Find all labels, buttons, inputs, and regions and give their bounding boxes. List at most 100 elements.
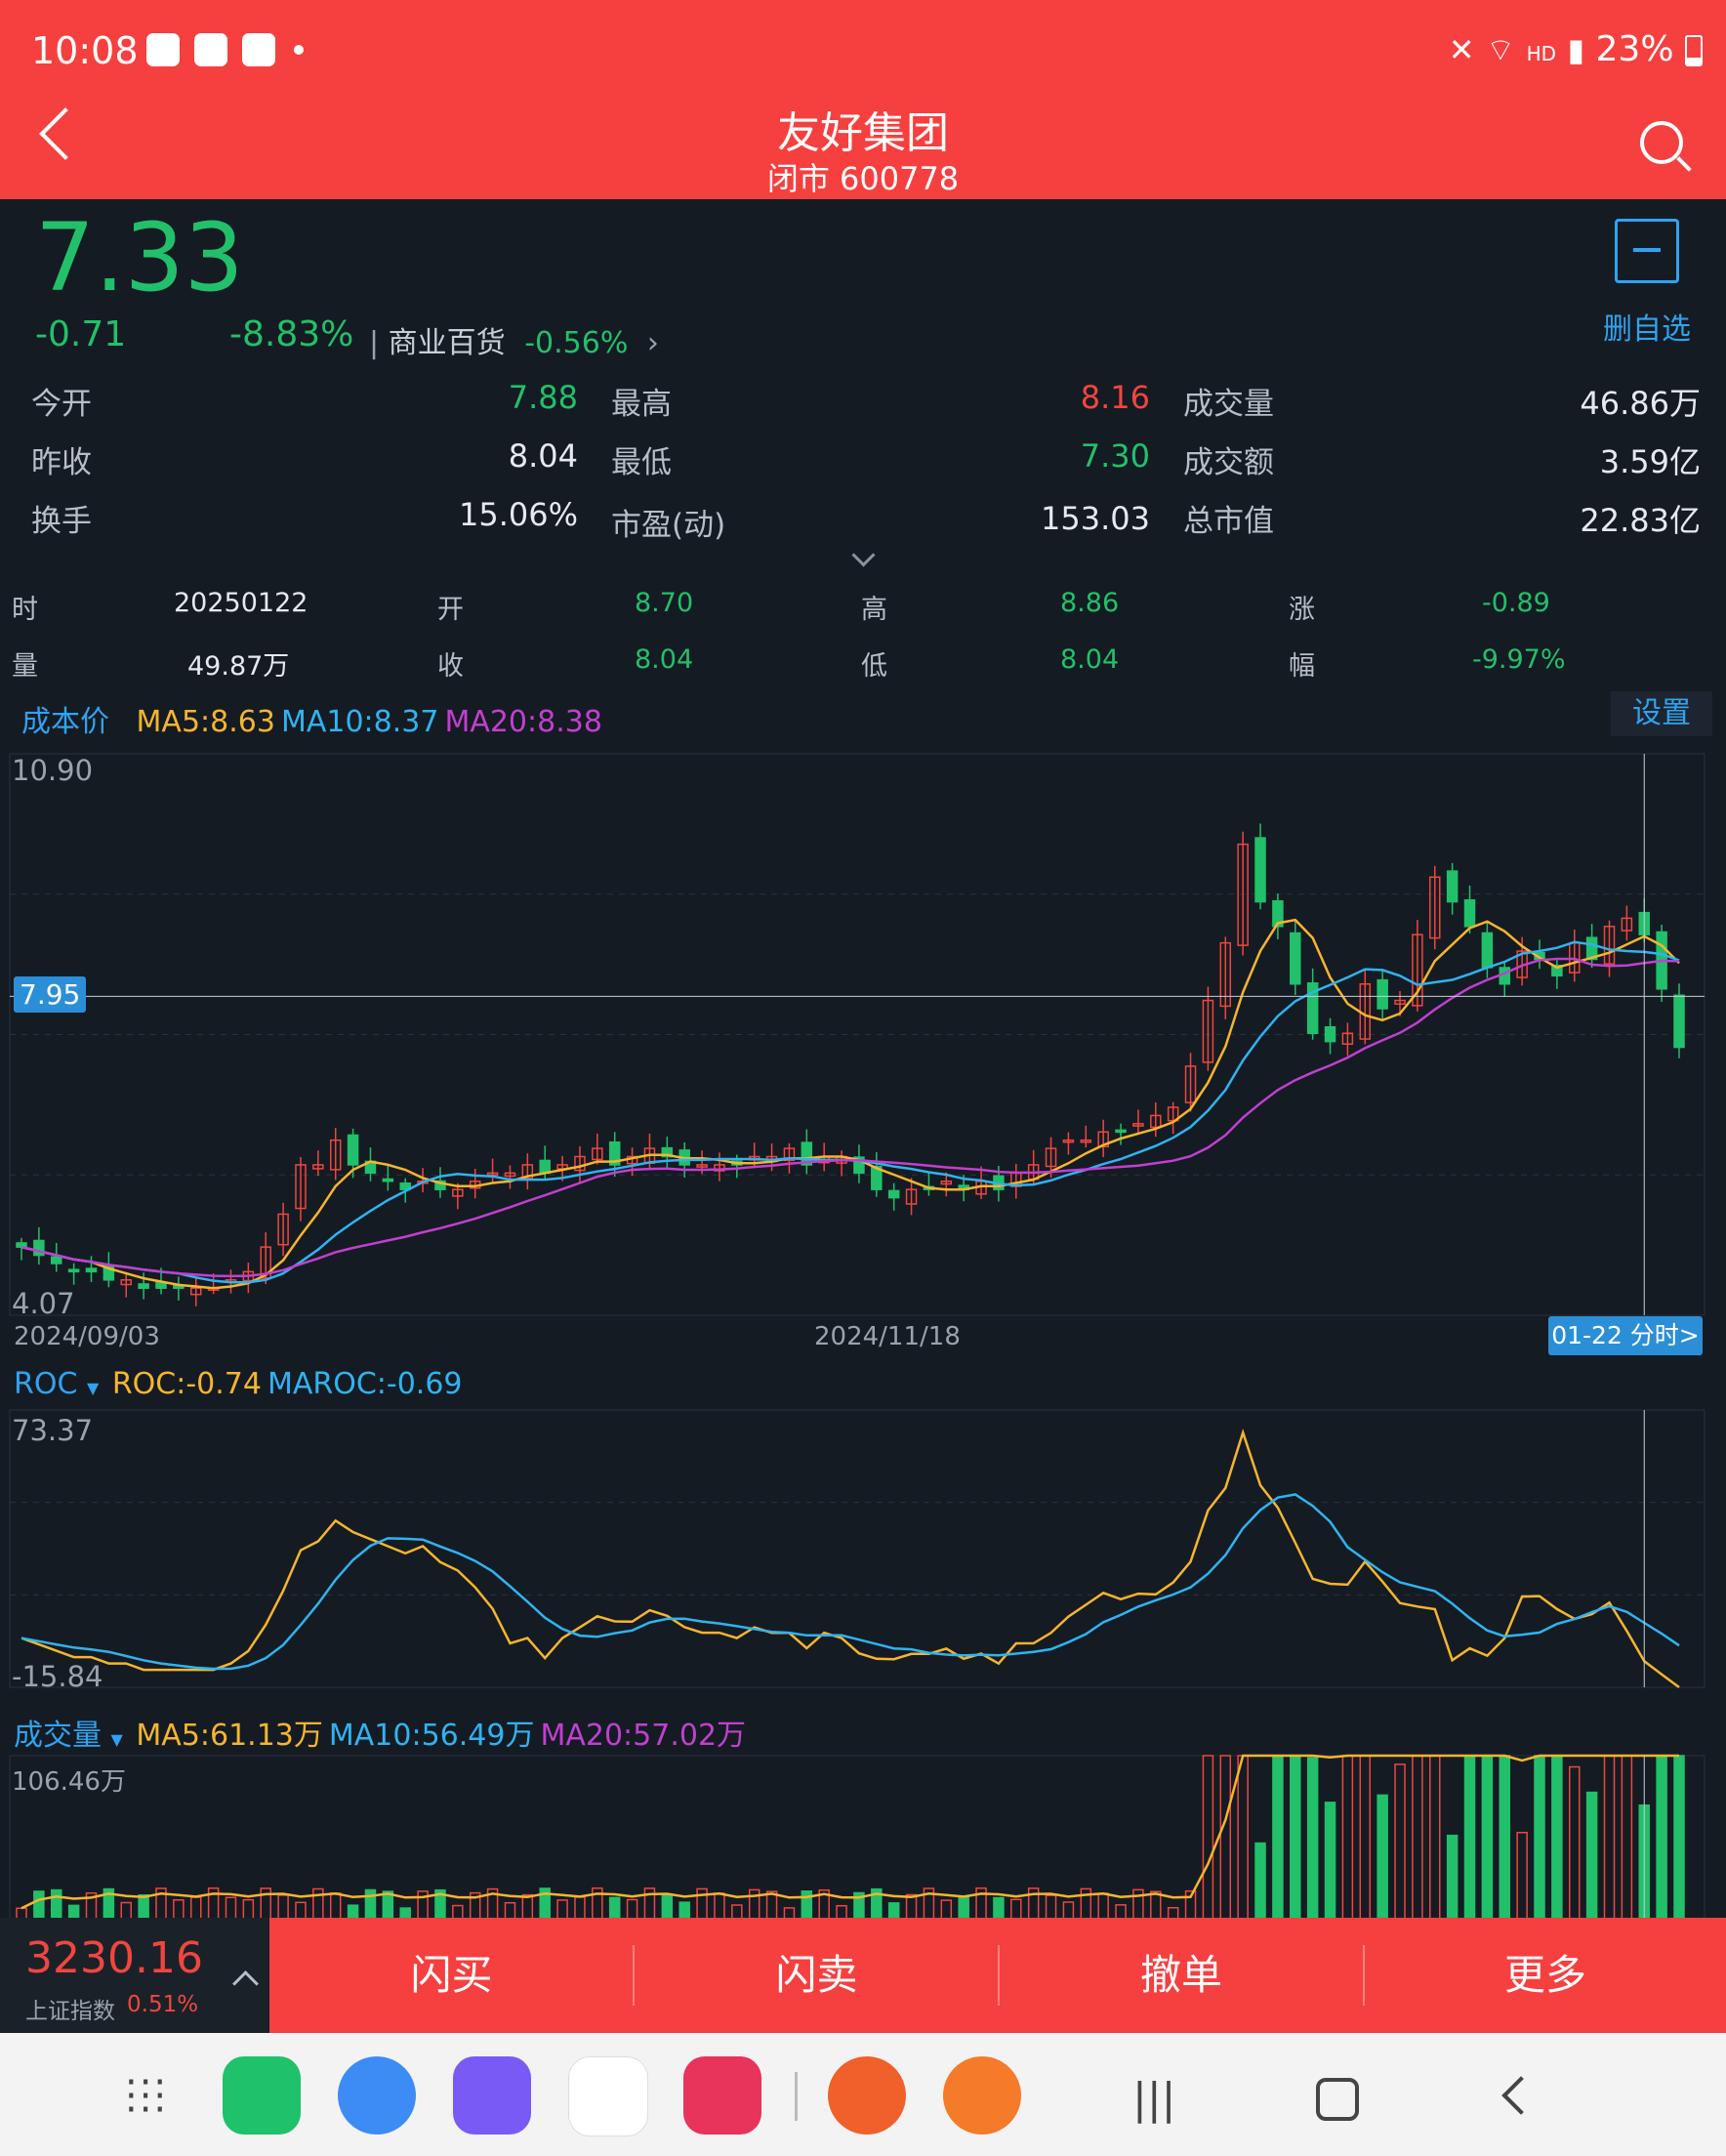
volume-bar bbox=[783, 1907, 796, 1918]
stock-app-icon[interactable] bbox=[828, 2056, 906, 2135]
pe-label: 市盈(动) bbox=[611, 508, 726, 543]
camera-app-icon[interactable] bbox=[683, 2056, 761, 2135]
volume-bar bbox=[574, 1896, 586, 1918]
volume-bar bbox=[1429, 1755, 1441, 1918]
volume-y-max: 106.46万 bbox=[12, 1767, 126, 1797]
volume-bar bbox=[417, 1890, 429, 1918]
volume-legend[interactable]: 成交量 ▼ MA5:61.13万 MA10:56.49万 MA20:57.02万 bbox=[14, 1711, 746, 1754]
volume-bar bbox=[1516, 1831, 1528, 1918]
sector-link[interactable]: | 商业百货 -0.56% › bbox=[369, 318, 659, 361]
candle-body bbox=[347, 1134, 359, 1166]
settings-button[interactable]: 设置 bbox=[1611, 691, 1712, 736]
volume-bar bbox=[399, 1907, 411, 1918]
candle-body bbox=[539, 1159, 551, 1175]
roc-chart bbox=[9, 1409, 1705, 1689]
roc-indicator-name[interactable]: ROC bbox=[14, 1367, 77, 1401]
candle-body bbox=[50, 1256, 62, 1265]
last-price: 7.33 bbox=[35, 203, 244, 312]
volume-bar bbox=[189, 1896, 202, 1918]
expand-chevron-icon[interactable] bbox=[851, 543, 876, 567]
messages-app-icon[interactable] bbox=[338, 2056, 416, 2135]
high-label: 最高 bbox=[611, 387, 672, 422]
dropdown-icon[interactable]: ▼ bbox=[87, 1379, 99, 1397]
chart-frame bbox=[9, 1409, 1705, 1688]
status-time: 10:08 bbox=[31, 29, 139, 72]
hd-label: HD bbox=[1526, 42, 1557, 65]
open-value: 7.88 bbox=[508, 379, 578, 416]
divider: | bbox=[369, 326, 389, 360]
candle-body bbox=[16, 1242, 27, 1248]
volume-bar bbox=[277, 1894, 289, 1918]
quick-buy-button[interactable]: 闪买 bbox=[269, 1918, 634, 2033]
kline-legend: 成本价 MA5:8.63 MA10:8.37 MA20:8.38 bbox=[21, 697, 602, 740]
volume-bar bbox=[1115, 1904, 1127, 1918]
volume-bar bbox=[1290, 1755, 1301, 1918]
price-change: -0.71 bbox=[35, 314, 127, 354]
recent-app-icon[interactable] bbox=[943, 2056, 1021, 2135]
roc-y-max: 73.37 bbox=[12, 1414, 94, 1447]
minute-chart-button[interactable]: 01-22 分时> bbox=[1548, 1316, 1703, 1355]
volume-bar bbox=[1585, 1791, 1598, 1918]
kline-y-min: 4.07 bbox=[12, 1287, 75, 1320]
remove-favorite-label[interactable]: 删自选 bbox=[1603, 305, 1691, 348]
remove-favorite-button[interactable] bbox=[1615, 219, 1679, 283]
candle-body bbox=[1290, 932, 1301, 985]
volume-bar bbox=[347, 1904, 359, 1918]
battery-level: 23% bbox=[1595, 29, 1674, 69]
bar-time-value: 20250122 bbox=[174, 588, 308, 618]
candle-body bbox=[1446, 870, 1459, 903]
candle-body bbox=[1254, 837, 1266, 903]
search-icon[interactable] bbox=[1640, 121, 1683, 164]
crosshair-price: 7.95 bbox=[14, 976, 87, 1013]
apps-grid-icon[interactable]: ··· ··· ··· bbox=[125, 2063, 168, 2130]
vol-ma10: MA10:56.49万 bbox=[328, 1719, 535, 1753]
baidu-icon bbox=[242, 33, 276, 66]
bar-vol-label: 量 bbox=[12, 651, 38, 682]
bar-open-value: 8.70 bbox=[635, 588, 694, 618]
volume-bar bbox=[1603, 1755, 1616, 1918]
volume-bar bbox=[1569, 1765, 1581, 1918]
quick-sell-button[interactable]: 闪卖 bbox=[635, 1918, 999, 2033]
status-notification-icons bbox=[137, 33, 305, 66]
more-button[interactable]: 更多 bbox=[1365, 1918, 1726, 2033]
candle-body bbox=[1324, 1025, 1336, 1043]
roc-legend[interactable]: ROC ▼ ROC:-0.74 MAROC:-0.69 bbox=[14, 1367, 463, 1401]
volume-bar bbox=[521, 1893, 534, 1918]
volume-bar bbox=[1080, 1887, 1092, 1918]
bar-pct-label: 幅 bbox=[1289, 651, 1315, 682]
play-store-icon[interactable] bbox=[568, 2056, 648, 2136]
volume-bar bbox=[836, 1904, 847, 1918]
kline-y-max: 10.90 bbox=[12, 754, 94, 787]
volume-bar bbox=[295, 1901, 307, 1918]
dot-icon bbox=[294, 45, 305, 55]
bar-open-label: 开 bbox=[437, 595, 464, 625]
index-name: 上证指数 bbox=[25, 1999, 115, 2024]
index-value: 3230.16 bbox=[25, 1933, 203, 1983]
cost-price-toggle[interactable]: 成本价 bbox=[21, 705, 109, 739]
vol-ma20: MA20:57.02万 bbox=[540, 1719, 747, 1753]
kline-chart[interactable] bbox=[0, 744, 1726, 1320]
volume-bar bbox=[1551, 1755, 1563, 1918]
volume-bar bbox=[940, 1899, 953, 1918]
volume-bar bbox=[33, 1890, 45, 1918]
volume-bar bbox=[1621, 1755, 1633, 1918]
recents-icon[interactable]: ||| bbox=[1132, 2074, 1175, 2124]
volume-bar bbox=[626, 1898, 638, 1918]
home-icon[interactable] bbox=[1316, 2078, 1359, 2121]
volume-bar bbox=[556, 1899, 568, 1918]
dropdown-icon[interactable]: ▼ bbox=[111, 1730, 123, 1749]
roc-value: ROC:-0.74 bbox=[111, 1367, 262, 1401]
volume-bar bbox=[1219, 1755, 1232, 1918]
phone-app-icon[interactable] bbox=[223, 2056, 301, 2135]
cancel-order-button[interactable]: 撤单 bbox=[1000, 1918, 1363, 2033]
internet-app-icon[interactable] bbox=[453, 2056, 531, 2135]
bar-pct-value: -9.97% bbox=[1472, 644, 1566, 675]
volume-bar bbox=[452, 1904, 464, 1918]
volume-indicator-name[interactable]: 成交量 bbox=[14, 1719, 102, 1753]
candle-body bbox=[1377, 978, 1388, 1010]
volume-bar bbox=[958, 1896, 969, 1918]
candle-body bbox=[85, 1267, 98, 1273]
bar-chg-value: -0.89 bbox=[1482, 588, 1550, 618]
volume-bar bbox=[1254, 1842, 1266, 1918]
low-value: 7.30 bbox=[1080, 437, 1150, 475]
